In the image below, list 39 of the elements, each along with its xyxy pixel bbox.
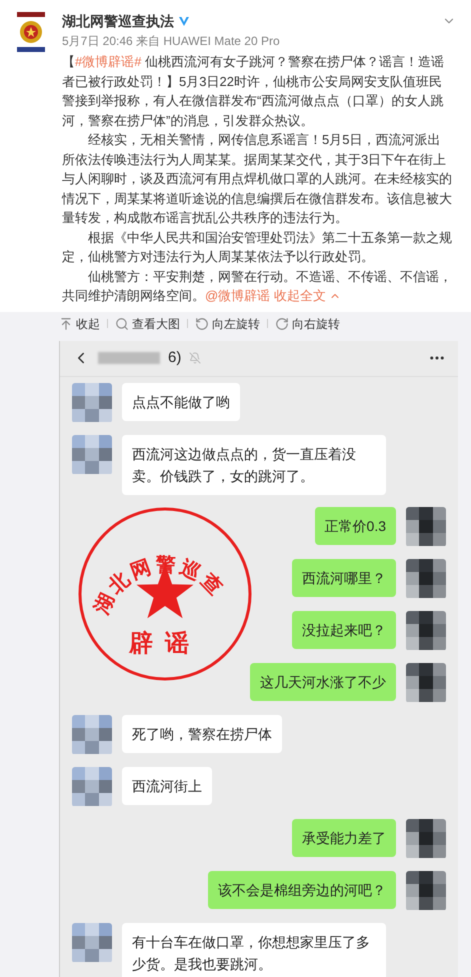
pixelated-avatar xyxy=(72,922,112,962)
chat-bubble: 死了哟，警察在捞尸体 xyxy=(122,714,282,752)
pixelated-avatar xyxy=(72,714,112,754)
chat-bubble: 这几天河水涨了不少 xyxy=(250,662,396,700)
post-paragraph: 根据《中华人民共和国治安管理处罚法》第二十五条第一款之规定，仙桃警方对违法行为人周某某依法予以行政处罚。 xyxy=(62,228,452,266)
author-name[interactable]: 湖北网警巡查执法 xyxy=(62,10,174,32)
chat-bubble: 点点不能做了哟 xyxy=(122,382,240,420)
chat-bubble: 正常价0.3 xyxy=(314,506,396,544)
rotate-left-icon xyxy=(195,316,209,330)
pixelated-avatar xyxy=(406,610,446,650)
toolbar-button[interactable]: 向左旋转 xyxy=(195,314,260,332)
chat-title: 6) xyxy=(168,348,182,368)
upload-arrow-icon xyxy=(59,316,73,330)
chat-bubble: 承受能力差了 xyxy=(292,818,396,856)
post-paragraph: 经核实，无相关警情，网传信息系谣言！5月5日，西流河派出所依法传唤违法行为人周某某。据周某某交代，其于3日下午在街上与人闲聊时，谈及西流河有用点焊机做口罩的人跳河。在未经核实的情况下，周某某将道听途说的信息编撰后在微信群发布。该信息被大量转发，构成散布谣言扰乱公共秩序的违法行为。 xyxy=(62,131,452,227)
chat-bubble: 该不会是棉组旁边的河吧？ xyxy=(208,870,396,908)
pixelated-avatar xyxy=(72,766,112,806)
chat-bubble: 有十台车在做口罩，你想想家里压了多少货。是我也要跳河。 xyxy=(122,922,386,977)
pixelated-avatar xyxy=(406,558,446,598)
toolbar-button[interactable]: 查看大图 xyxy=(115,314,180,332)
blurred-group-name xyxy=(98,352,160,364)
post-meta: 5月7日 20:46 来自 HUAWEI Mate 20 Pro xyxy=(62,33,281,50)
chat-bubble: 没拉起来吧？ xyxy=(292,610,396,648)
post-paragraph: 【#微博辟谣# 仙桃西流河有女子跳河？警察在捞尸体？谣言！造谣者已被行政处罚！】5月3日22时许，仙桃市公安局网安支队值班民警接到举报称，有人在微信群发布“西流河做点点（口罩）的女人跳河，警察在捞尸体”的消息，引发群众热议。 xyxy=(62,53,446,130)
search-icon xyxy=(115,316,129,330)
pixelated-avatar xyxy=(72,382,112,422)
chat-bubble: 西流河这边做点点的，货一直压着没卖。价钱跌了，女的跳河了。 xyxy=(122,434,386,494)
pixelated-avatar xyxy=(406,662,446,702)
chat-bubble: 西流河哪里？ xyxy=(292,558,396,596)
pixelated-avatar xyxy=(72,434,112,474)
toolbar-button[interactable]: 向右旋转 xyxy=(275,314,340,332)
pixelated-avatar xyxy=(406,506,446,546)
post-paragraph: 仙桃警方：平安荆楚，网警在行动。不造谣、不传谣、不信谣，共同维护清朗网络空间。@微博辟谣 收起全文 xyxy=(62,266,452,306)
toolbar-button[interactable]: 收起 xyxy=(59,314,100,332)
police-emblem-avatar-icon xyxy=(15,10,47,54)
rotate-right-icon xyxy=(275,316,289,330)
pixelated-avatar xyxy=(406,818,446,858)
pixelated-avatar xyxy=(406,870,446,910)
chat-bubble: 西流河街上 xyxy=(122,766,212,804)
